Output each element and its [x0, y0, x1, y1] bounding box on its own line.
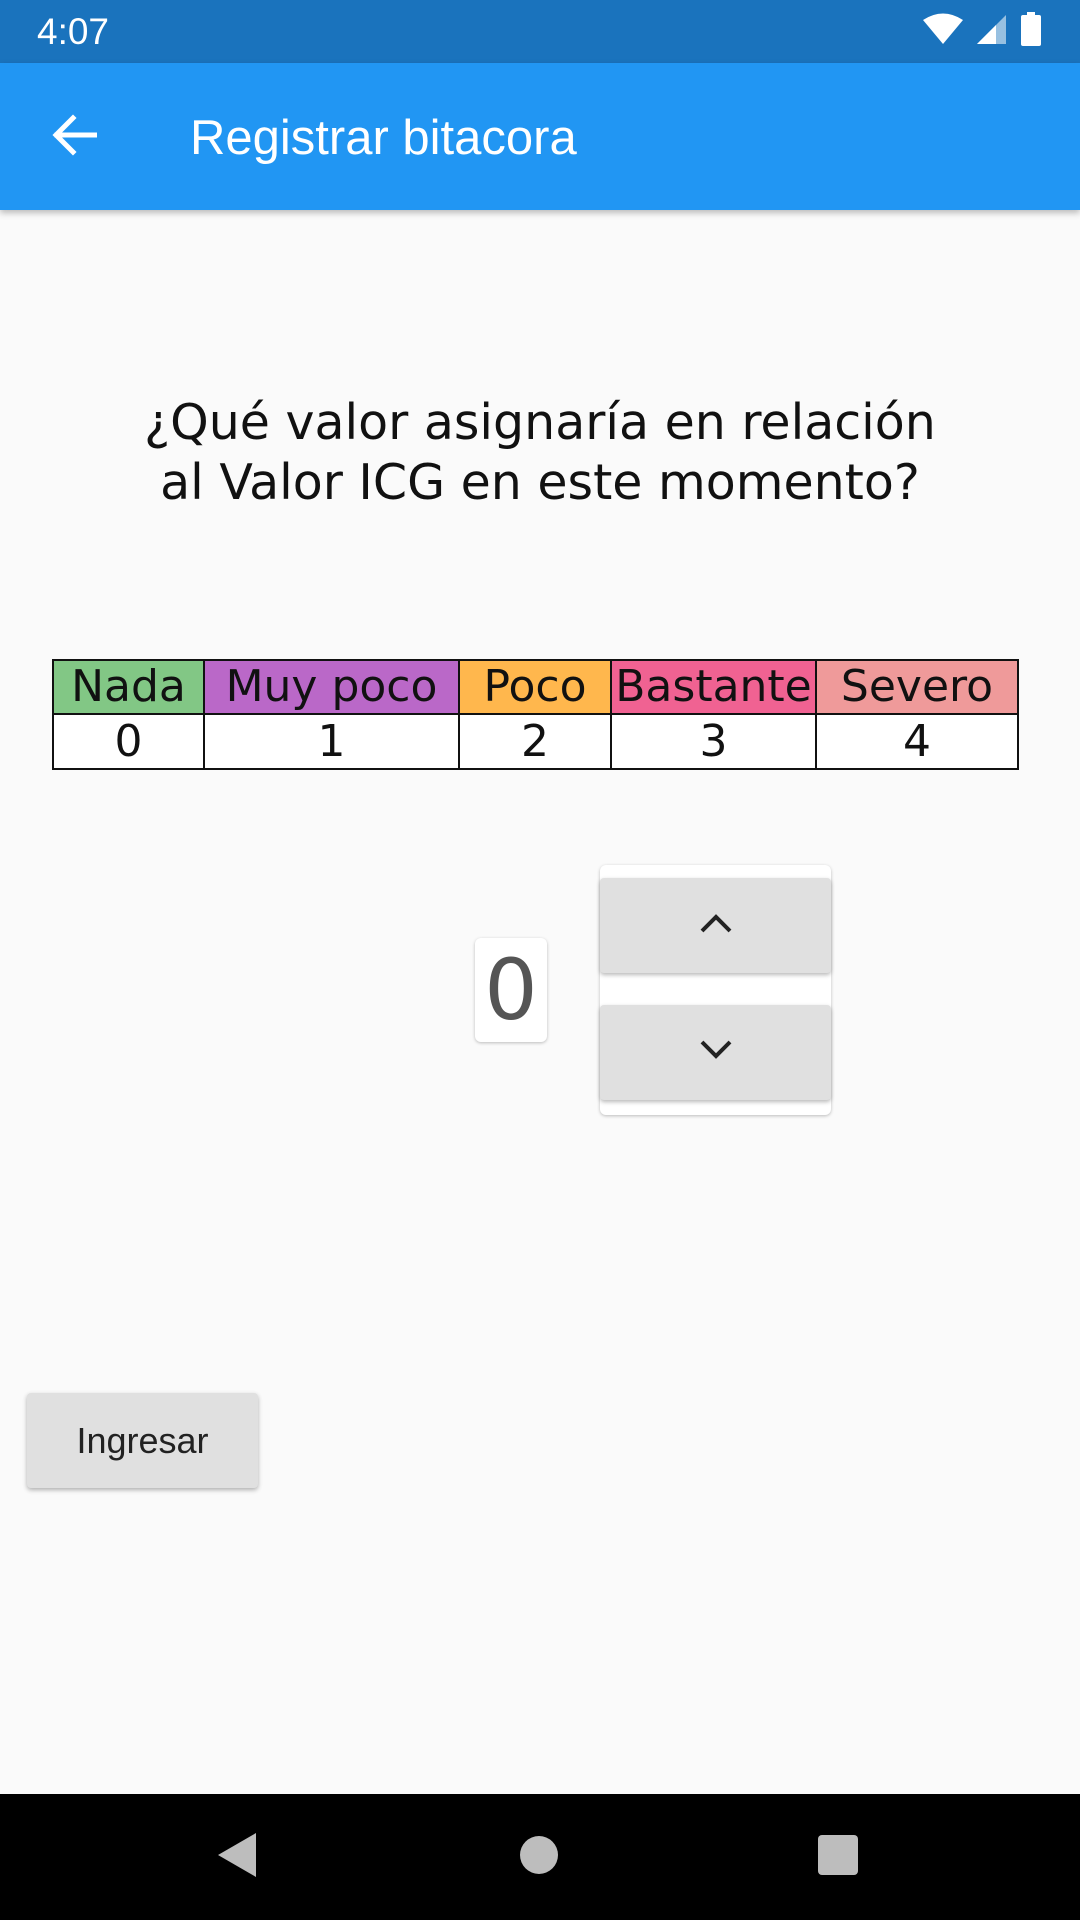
- arrow-back-icon: [51, 113, 98, 161]
- ingresar-button[interactable]: Ingresar: [27, 1393, 258, 1488]
- scale-value-2: 2: [458, 713, 612, 770]
- nav-home-icon: [519, 1835, 559, 1880]
- navigation-bar: [0, 1794, 1080, 1920]
- nav-recents-button[interactable]: [805, 1824, 871, 1890]
- scale-value-1: 1: [203, 713, 460, 770]
- scale-value-row: 0 1 2 3 4: [52, 713, 1019, 770]
- scale-label-nada: Nada: [52, 659, 205, 715]
- nav-back-button[interactable]: [205, 1824, 271, 1890]
- decrement-button[interactable]: [600, 1005, 831, 1100]
- value-stepper: [600, 865, 831, 1115]
- scale-table: Nada Muy poco Poco Bastante Severo 0 1 2…: [52, 659, 1019, 770]
- chevron-down-icon: [699, 1039, 733, 1066]
- nav-recents-icon: [818, 1834, 858, 1880]
- chevron-up-icon: [699, 912, 733, 939]
- value-display: 0: [475, 938, 547, 1042]
- nav-home-button[interactable]: [506, 1824, 572, 1890]
- status-time: 4:07: [37, 11, 110, 52]
- cellular-signal-icon: [976, 13, 1008, 50]
- back-button[interactable]: [36, 105, 112, 169]
- scale-label-poco: Poco: [458, 659, 612, 715]
- battery-icon: [1020, 11, 1042, 51]
- status-icons: [922, 11, 1042, 51]
- wifi-icon: [922, 13, 964, 50]
- nav-back-icon: [216, 1831, 260, 1884]
- scale-label-severo: Severo: [815, 659, 1019, 715]
- scale-value-4: 4: [815, 713, 1019, 770]
- scale-label-muy-poco: Muy poco: [203, 659, 460, 715]
- scale-label-bastante: Bastante: [610, 659, 817, 715]
- scale-value-0: 0: [52, 713, 205, 770]
- scale-value-3: 3: [610, 713, 817, 770]
- question-text: ¿Qué valor asignaría en relación al Valo…: [144, 394, 936, 511]
- scale-label-row: Nada Muy poco Poco Bastante Severo: [52, 659, 1019, 715]
- page-title: Registrar bitacora: [190, 111, 577, 165]
- increment-button[interactable]: [600, 878, 831, 973]
- status-bar: 4:07: [0, 0, 1080, 63]
- app-bar: Registrar bitacora: [0, 63, 1080, 210]
